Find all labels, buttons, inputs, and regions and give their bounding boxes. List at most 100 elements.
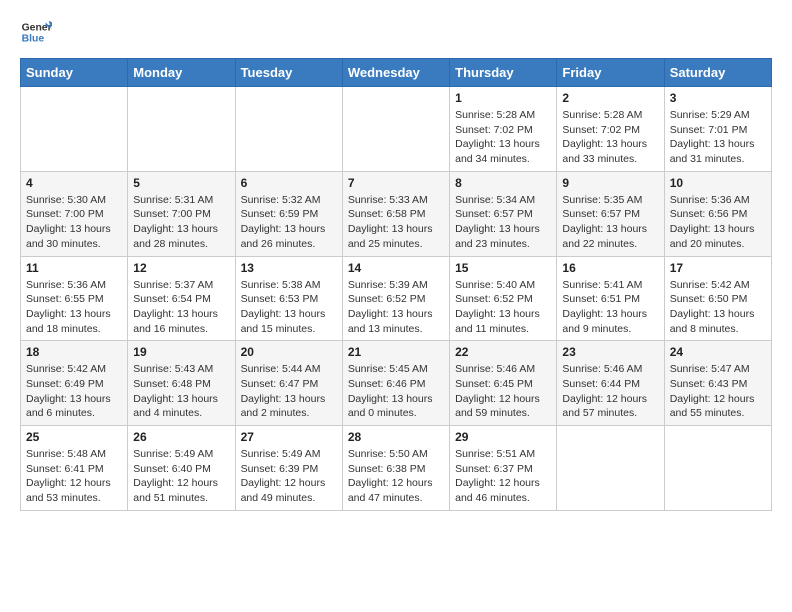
cell-day-number: 4 — [26, 176, 122, 190]
cell-day-info: Sunrise: 5:36 AM Sunset: 6:55 PM Dayligh… — [26, 278, 122, 337]
cell-day-info: Sunrise: 5:28 AM Sunset: 7:02 PM Dayligh… — [455, 108, 551, 167]
cell-day-info: Sunrise: 5:31 AM Sunset: 7:00 PM Dayligh… — [133, 193, 229, 252]
calendar-week-row: 4 Sunrise: 5:30 AM Sunset: 7:00 PM Daylig… — [21, 171, 772, 256]
cell-day-number: 16 — [562, 261, 658, 275]
cell-day-info: Sunrise: 5:30 AM Sunset: 7:00 PM Dayligh… — [26, 193, 122, 252]
cell-day-number: 18 — [26, 345, 122, 359]
cell-day-number: 15 — [455, 261, 551, 275]
svg-text:Blue: Blue — [22, 34, 45, 45]
calendar-cell: 7 Sunrise: 5:33 AM Sunset: 6:58 PM Daylig… — [342, 171, 449, 256]
calendar-cell: 23Sunrise: 5:46 AM Sunset: 6:44 PM Dayli… — [557, 341, 664, 426]
logo-icon: General Blue — [20, 16, 52, 48]
calendar-cell: 20 Sunrise: 5:44 AM Sunset: 6:47 PM Dayli… — [235, 341, 342, 426]
cell-day-number: 3 — [670, 91, 766, 105]
cell-day-info: Sunrise: 5:44 AM Sunset: 6:47 PM Dayligh… — [241, 362, 337, 421]
cell-day-number: 6 — [241, 176, 337, 190]
calendar-week-row: 25 Sunrise: 5:48 AM Sunset: 6:41 PM Dayli… — [21, 426, 772, 511]
calendar-cell: 28 Sunrise: 5:50 AM Sunset: 6:38 PM Dayli… — [342, 426, 449, 511]
calendar-cell: 9 Sunrise: 5:35 AM Sunset: 6:57 PM Daylig… — [557, 171, 664, 256]
cell-day-info: Sunrise: 5:50 AM Sunset: 6:38 PM Dayligh… — [348, 447, 444, 506]
cell-day-info: Sunrise: 5:32 AM Sunset: 6:59 PM Dayligh… — [241, 193, 337, 252]
calendar-table: SundayMondayTuesdayWednesdayThursdayFrid… — [20, 58, 772, 511]
cell-day-info: Sunrise: 5:42 AM Sunset: 6:50 PM Dayligh… — [670, 278, 766, 337]
calendar-week-row: 18 Sunrise: 5:42 AM Sunset: 6:49 PM Dayli… — [21, 341, 772, 426]
cell-day-number: 25 — [26, 430, 122, 444]
calendar-cell: 22 Sunrise: 5:46 AM Sunset: 6:45 PM Dayli… — [450, 341, 557, 426]
cell-day-info: Sunrise: 5:36 AM Sunset: 6:56 PM Dayligh… — [670, 193, 766, 252]
cell-day-number: 28 — [348, 430, 444, 444]
cell-day-info: Sunrise: 5:49 AM Sunset: 6:39 PM Dayligh… — [241, 447, 337, 506]
cell-day-info: Sunrise: 5:33 AM Sunset: 6:58 PM Dayligh… — [348, 193, 444, 252]
cell-day-number: 29 — [455, 430, 551, 444]
calendar-week-row: 1 Sunrise: 5:28 AM Sunset: 7:02 PM Daylig… — [21, 87, 772, 172]
cell-day-info: Sunrise: 5:42 AM Sunset: 6:49 PM Dayligh… — [26, 362, 122, 421]
calendar-cell — [557, 426, 664, 511]
cell-day-info: Sunrise: 5:47 AM Sunset: 6:43 PM Dayligh… — [670, 362, 766, 421]
cell-day-info: Sunrise: 5:29 AM Sunset: 7:01 PM Dayligh… — [670, 108, 766, 167]
calendar-cell: 25 Sunrise: 5:48 AM Sunset: 6:41 PM Dayli… — [21, 426, 128, 511]
cell-day-number: 23 — [562, 345, 658, 359]
cell-day-number: 26 — [133, 430, 229, 444]
cell-day-info: Sunrise: 5:48 AM Sunset: 6:41 PM Dayligh… — [26, 447, 122, 506]
calendar-cell: 16 Sunrise: 5:41 AM Sunset: 6:51 PM Dayli… — [557, 256, 664, 341]
calendar-header-row: SundayMondayTuesdayWednesdayThursdayFrid… — [21, 59, 772, 87]
day-of-week-header: Tuesday — [235, 59, 342, 87]
svg-text:General: General — [22, 22, 52, 33]
calendar-cell: 2 Sunrise: 5:28 AM Sunset: 7:02 PM Daylig… — [557, 87, 664, 172]
cell-day-info: Sunrise: 5:49 AM Sunset: 6:40 PM Dayligh… — [133, 447, 229, 506]
page-header: General Blue — [20, 16, 772, 48]
calendar-cell: 14 Sunrise: 5:39 AM Sunset: 6:52 PM Dayli… — [342, 256, 449, 341]
calendar-cell — [21, 87, 128, 172]
cell-day-number: 2 — [562, 91, 658, 105]
day-of-week-header: Thursday — [450, 59, 557, 87]
cell-day-info: Sunrise: 5:37 AM Sunset: 6:54 PM Dayligh… — [133, 278, 229, 337]
calendar-cell: 12 Sunrise: 5:37 AM Sunset: 6:54 PM Dayli… — [128, 256, 235, 341]
cell-day-info: Sunrise: 5:35 AM Sunset: 6:57 PM Dayligh… — [562, 193, 658, 252]
calendar-cell: 18 Sunrise: 5:42 AM Sunset: 6:49 PM Dayli… — [21, 341, 128, 426]
day-of-week-header: Sunday — [21, 59, 128, 87]
cell-day-number: 20 — [241, 345, 337, 359]
calendar-cell: 15 Sunrise: 5:40 AM Sunset: 6:52 PM Dayli… — [450, 256, 557, 341]
calendar-cell: 13 Sunrise: 5:38 AM Sunset: 6:53 PM Dayli… — [235, 256, 342, 341]
cell-day-info: Sunrise: 5:41 AM Sunset: 6:51 PM Dayligh… — [562, 278, 658, 337]
cell-day-info: Sunrise: 5:34 AM Sunset: 6:57 PM Dayligh… — [455, 193, 551, 252]
cell-day-number: 8 — [455, 176, 551, 190]
cell-day-number: 21 — [348, 345, 444, 359]
cell-day-info: Sunrise: 5:28 AM Sunset: 7:02 PM Dayligh… — [562, 108, 658, 167]
calendar-cell: 5Sunrise: 5:31 AM Sunset: 7:00 PM Daylig… — [128, 171, 235, 256]
calendar-cell — [664, 426, 771, 511]
cell-day-number: 9 — [562, 176, 658, 190]
calendar-cell: 24 Sunrise: 5:47 AM Sunset: 6:43 PM Dayli… — [664, 341, 771, 426]
day-of-week-header: Wednesday — [342, 59, 449, 87]
cell-day-number: 17 — [670, 261, 766, 275]
calendar-cell: 21 Sunrise: 5:45 AM Sunset: 6:46 PM Dayli… — [342, 341, 449, 426]
calendar-cell: 1 Sunrise: 5:28 AM Sunset: 7:02 PM Daylig… — [450, 87, 557, 172]
cell-day-info: Sunrise: 5:39 AM Sunset: 6:52 PM Dayligh… — [348, 278, 444, 337]
cell-day-number: 22 — [455, 345, 551, 359]
cell-day-number: 27 — [241, 430, 337, 444]
calendar-cell — [128, 87, 235, 172]
cell-day-info: Sunrise: 5:43 AM Sunset: 6:48 PM Dayligh… — [133, 362, 229, 421]
cell-day-info: Sunrise: 5:45 AM Sunset: 6:46 PM Dayligh… — [348, 362, 444, 421]
day-of-week-header: Monday — [128, 59, 235, 87]
cell-day-number: 1 — [455, 91, 551, 105]
cell-day-number: 11 — [26, 261, 122, 275]
day-of-week-header: Friday — [557, 59, 664, 87]
cell-day-info: Sunrise: 5:46 AM Sunset: 6:45 PM Dayligh… — [455, 362, 551, 421]
cell-day-number: 7 — [348, 176, 444, 190]
cell-day-info: Sunrise: 5:40 AM Sunset: 6:52 PM Dayligh… — [455, 278, 551, 337]
cell-day-number: 14 — [348, 261, 444, 275]
cell-day-info: Sunrise: 5:51 AM Sunset: 6:37 PM Dayligh… — [455, 447, 551, 506]
cell-day-info: Sunrise: 5:38 AM Sunset: 6:53 PM Dayligh… — [241, 278, 337, 337]
cell-day-number: 13 — [241, 261, 337, 275]
cell-day-number: 12 — [133, 261, 229, 275]
calendar-cell — [235, 87, 342, 172]
calendar-cell: 8 Sunrise: 5:34 AM Sunset: 6:57 PM Daylig… — [450, 171, 557, 256]
calendar-cell: 6 Sunrise: 5:32 AM Sunset: 6:59 PM Daylig… — [235, 171, 342, 256]
calendar-cell: 29 Sunrise: 5:51 AM Sunset: 6:37 PM Dayli… — [450, 426, 557, 511]
cell-day-number: 10 — [670, 176, 766, 190]
cell-day-number: 19 — [133, 345, 229, 359]
cell-day-number: 24 — [670, 345, 766, 359]
calendar-cell: 11 Sunrise: 5:36 AM Sunset: 6:55 PM Dayli… — [21, 256, 128, 341]
calendar-cell — [342, 87, 449, 172]
